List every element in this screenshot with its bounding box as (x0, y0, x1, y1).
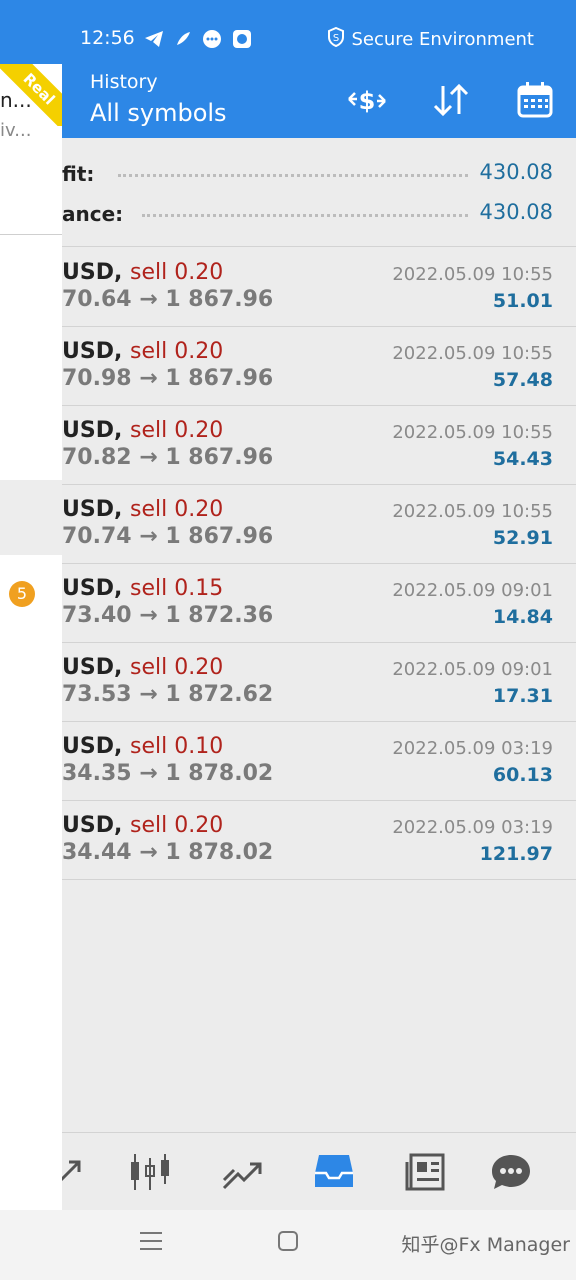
balance-value: 430.08 (479, 200, 553, 224)
status-icons (144, 29, 252, 53)
svg-text:S: S (333, 33, 339, 44)
history-summary: fit: 430.08 ance: 430.08 (0, 138, 576, 247)
deal-side: sell 0.20 (130, 497, 224, 522)
deal-profit: 54.43 (492, 448, 553, 470)
news-icon[interactable] (401, 1147, 451, 1197)
deal-row[interactable]: USD, sell 0.20 73.53 → 1 872.62 2022.05.… (0, 643, 576, 722)
deal-symbol: USD, sell 0.15 (62, 576, 224, 601)
deal-row[interactable]: USD, sell 0.15 73.40 → 1 872.36 2022.05.… (0, 564, 576, 643)
deal-date: 2022.05.09 10:55 (392, 501, 553, 522)
deal-symbol: USD, sell 0.20 (62, 418, 224, 443)
header-subtitle: History (90, 71, 158, 93)
deal-side: sell 0.20 (130, 813, 224, 838)
deal-prices: 73.53 → 1 872.62 (62, 682, 274, 707)
deal-prices: 70.64 → 1 867.96 (62, 287, 274, 312)
header-title[interactable]: All symbols (90, 99, 227, 127)
notification-badge: 5 (9, 581, 35, 607)
chat-app-icon (232, 29, 252, 53)
profit-row: fit: 430.08 (0, 152, 576, 192)
deal-date: 2022.05.09 03:19 (392, 738, 553, 759)
deal-symbol: USD, sell 0.20 (62, 655, 224, 680)
deal-profit: 57.48 (492, 369, 553, 391)
deal-prices: 70.98 → 1 867.96 (62, 366, 274, 391)
currency-exchange-icon[interactable]: $ (344, 78, 390, 122)
deal-prices: 70.82 → 1 867.96 (62, 445, 274, 470)
deal-row[interactable]: USD, sell 0.10 34.35 → 1 878.02 2022.05.… (0, 722, 576, 801)
deal-profit: 17.31 (492, 685, 553, 707)
deal-date: 2022.05.09 09:01 (392, 659, 553, 680)
deal-profit: 60.13 (492, 764, 553, 786)
svg-text:$: $ (359, 87, 376, 115)
deal-side: sell 0.15 (130, 576, 224, 601)
candlesticks-icon[interactable] (125, 1147, 175, 1197)
home-icon[interactable] (277, 1230, 299, 1256)
deal-prices: 34.35 → 1 878.02 (62, 761, 274, 786)
deal-row[interactable]: USD, sell 0.20 70.64 → 1 867.96 2022.05.… (0, 248, 576, 327)
profit-label: fit: (62, 162, 95, 186)
deal-side: sell 0.10 (130, 734, 224, 759)
telegram-icon (144, 30, 164, 52)
deal-symbol: USD, sell 0.10 (62, 734, 224, 759)
status-bar: 12:56 S Secure Environment (0, 0, 576, 64)
deal-profit: 51.01 (492, 290, 553, 312)
status-time: 12:56 (80, 27, 135, 49)
deal-prices: 70.74 → 1 867.96 (62, 524, 274, 549)
deal-date: 2022.05.09 10:55 (392, 343, 553, 364)
deal-side: sell 0.20 (130, 418, 224, 443)
side-drawer[interactable]: n... iv... 5 (0, 64, 62, 1210)
system-nav: 知乎@Fx Manager (0, 1210, 576, 1280)
chat-icon[interactable] (486, 1147, 536, 1197)
deal-profit: 121.97 (479, 843, 553, 865)
deal-row[interactable]: USD, sell 0.20 34.44 → 1 878.02 2022.05.… (0, 801, 576, 880)
drawer-selected-item[interactable] (0, 480, 62, 555)
messenger-icon (202, 29, 222, 53)
secure-environment: S Secure Environment (327, 26, 534, 52)
deal-profit: 52.91 (492, 527, 553, 549)
menu-icon[interactable] (140, 1230, 162, 1256)
deal-symbol: USD, sell 0.20 (62, 260, 224, 285)
deal-date: 2022.05.09 10:55 (392, 422, 553, 443)
ribbon-label: Real (0, 64, 62, 126)
app-bar: History All symbols $ (0, 64, 576, 138)
watermark: 知乎@Fx Manager (401, 1234, 571, 1256)
deal-side: sell 0.20 (130, 260, 224, 285)
balance-label: ance: (62, 202, 124, 226)
deal-date: 2022.05.09 03:19 (392, 817, 553, 838)
calendar-icon[interactable] (512, 78, 558, 122)
deal-profit: 14.84 (492, 606, 553, 628)
trade-icon[interactable] (217, 1147, 267, 1197)
shield-icon: S (327, 26, 345, 52)
deal-symbol: USD, sell 0.20 (62, 497, 224, 522)
drawer-divider (0, 234, 62, 235)
balance-row: ance: 430.08 (0, 192, 576, 232)
deal-side: sell 0.20 (130, 339, 224, 364)
deal-symbol: USD, sell 0.20 (62, 339, 224, 364)
deal-row[interactable]: USD, sell 0.20 70.82 → 1 867.96 2022.05.… (0, 406, 576, 485)
deal-row[interactable]: USD, sell 0.20 70.98 → 1 867.96 2022.05.… (0, 327, 576, 406)
dotted-leader (142, 214, 468, 217)
deal-prices: 73.40 → 1 872.36 (62, 603, 274, 628)
deal-date: 2022.05.09 10:55 (392, 264, 553, 285)
deal-row[interactable]: USD, sell 0.20 70.74 → 1 867.96 2022.05.… (0, 485, 576, 564)
feather-icon (174, 30, 192, 52)
profit-value: 430.08 (479, 160, 553, 184)
secure-label: Secure Environment (351, 29, 534, 50)
history-inbox-icon[interactable] (309, 1147, 359, 1197)
deal-prices: 34.44 → 1 878.02 (62, 840, 274, 865)
account-type-ribbon: Real (0, 64, 62, 126)
deal-date: 2022.05.09 09:01 (392, 580, 553, 601)
deals-list: USD, sell 0.20 70.64 → 1 867.96 2022.05.… (0, 248, 576, 880)
deal-side: sell 0.20 (130, 655, 224, 680)
deal-symbol: USD, sell 0.20 (62, 813, 224, 838)
bottom-nav (0, 1132, 576, 1211)
sort-icon[interactable] (428, 78, 474, 122)
dotted-leader (118, 174, 468, 177)
